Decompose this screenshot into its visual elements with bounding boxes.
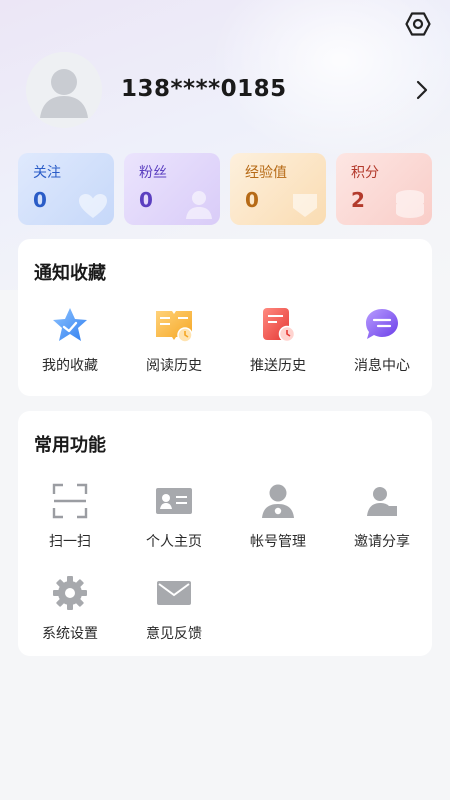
message-icon [366,309,398,339]
settings-button[interactable] [402,8,434,40]
item-label: 个人主页 [146,534,202,550]
scan-item[interactable]: 扫一扫 [18,481,122,551]
item-label: 阅读历史 [146,358,202,374]
notify-favorites-card: 通知收藏 我的收藏 阅读历史 推送历史 消息中心 [18,239,432,396]
item-label: 邀请分享 [354,534,410,550]
invite-share-icon [367,487,397,516]
account-manage-icon [262,484,294,518]
my-favorites-item[interactable]: 我的收藏 [18,305,122,375]
id-card-icon [156,488,192,514]
book-icon [156,311,193,343]
stat-fans[interactable]: 粉丝 0 [124,153,220,225]
item-label: 扫一扫 [49,534,91,550]
gear-icon [53,576,87,610]
item-label: 消息中心 [354,358,410,374]
personal-homepage-item[interactable]: 个人主页 [122,481,226,551]
badge-icon [293,194,317,217]
username: 138****0185 [121,76,287,102]
scan-icon [52,483,88,519]
settings-hexagon-icon [405,12,431,36]
item-label: 系统设置 [42,626,98,642]
stat-points[interactable]: 积分 2 [336,153,432,225]
stat-label: 经验值 [245,165,287,181]
stat-label: 关注 [33,165,61,181]
heart-icon [79,194,107,218]
chevron-right-icon [416,80,428,100]
reading-history-item[interactable]: 阅读历史 [122,305,226,375]
system-settings-item[interactable]: 系统设置 [18,573,122,643]
common-functions-card: 常用功能 扫一扫 个人主页 帐号管理 邀请分享 系统设置 意见反馈 [18,411,432,656]
feedback-item[interactable]: 意见反馈 [122,573,226,643]
item-label: 推送历史 [250,358,306,374]
avatar[interactable] [26,52,102,128]
stat-follow[interactable]: 关注 0 [18,153,114,225]
item-label: 帐号管理 [250,534,306,550]
message-center-item[interactable]: 消息中心 [330,305,434,375]
star-icon [53,308,87,341]
account-management-item[interactable]: 帐号管理 [226,481,330,551]
section-title: 通知收藏 [34,263,106,284]
invite-share-item[interactable]: 邀请分享 [330,481,434,551]
default-avatar-icon [26,52,102,128]
item-label: 我的收藏 [42,358,98,374]
coins-icon [396,190,424,218]
profile-arrow-button[interactable] [412,78,432,102]
section-title: 常用功能 [34,435,106,456]
stat-experience[interactable]: 经验值 0 [230,153,326,225]
stats-row: 关注 0 粉丝 0 经验值 0 积分 2 [18,153,432,225]
push-history-icon [263,308,296,343]
stat-label: 粉丝 [139,165,167,181]
profile-header[interactable]: 138****0185 [26,52,436,130]
mail-icon [157,581,191,605]
user-icon [186,191,212,219]
item-label: 意见反馈 [146,626,202,642]
stat-label: 积分 [351,165,379,181]
push-history-item[interactable]: 推送历史 [226,305,330,375]
